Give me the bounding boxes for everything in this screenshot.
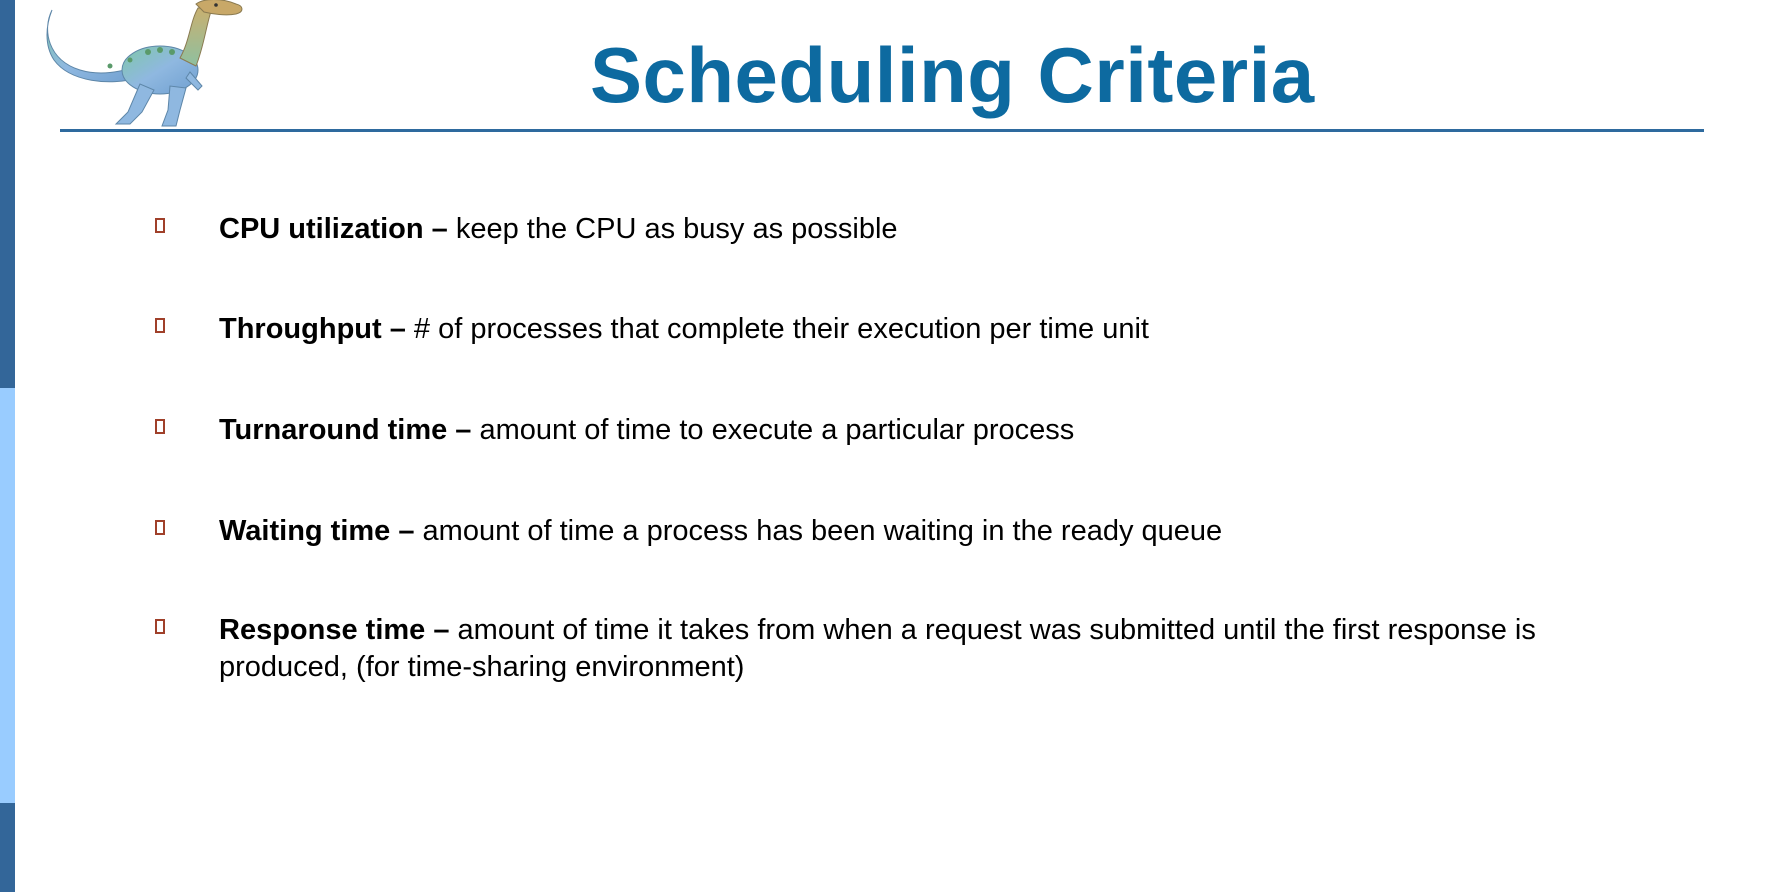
bullet-description: amount of time to execute a particular p… (471, 414, 1075, 446)
slide: Scheduling Criteria CPU utilization – ke… (0, 0, 1768, 892)
bullet-text: Turnaround time – amount of time to exec… (219, 412, 1659, 449)
bullet-text: Waiting time – amount of time a process … (219, 513, 1659, 550)
bullet-text: Response time – amount of time it takes … (219, 612, 1659, 686)
bullet-term: Turnaround time – (219, 414, 472, 446)
bullet-text: CPU utilization – keep the CPU as busy a… (219, 211, 1659, 248)
bullet-term: Response time – (219, 614, 450, 646)
dinosaur-icon (46, 0, 243, 127)
bullet-term: CPU utilization – (219, 213, 448, 245)
square-bullet-icon (155, 619, 165, 634)
bullet-description: # of processes that complete their execu… (405, 313, 1149, 345)
bullet-description: keep the CPU as busy as possible (447, 213, 898, 245)
square-bullet-icon (155, 419, 165, 434)
square-bullet-icon (155, 318, 165, 333)
bullet-term: Throughput – (219, 313, 406, 345)
bullet-text: Throughput – # of processes that complet… (219, 311, 1659, 348)
title-divider (60, 129, 1704, 132)
square-bullet-icon (155, 520, 165, 535)
side-bar-middle (0, 388, 15, 803)
side-bar-bottom (0, 803, 15, 892)
bullet-description: amount of time a process has been waitin… (414, 515, 1223, 547)
square-bullet-icon (155, 218, 165, 233)
slide-title: Scheduling Criteria (590, 31, 1315, 119)
bullet-term: Waiting time – (219, 515, 415, 547)
side-bar-top (0, 0, 15, 388)
